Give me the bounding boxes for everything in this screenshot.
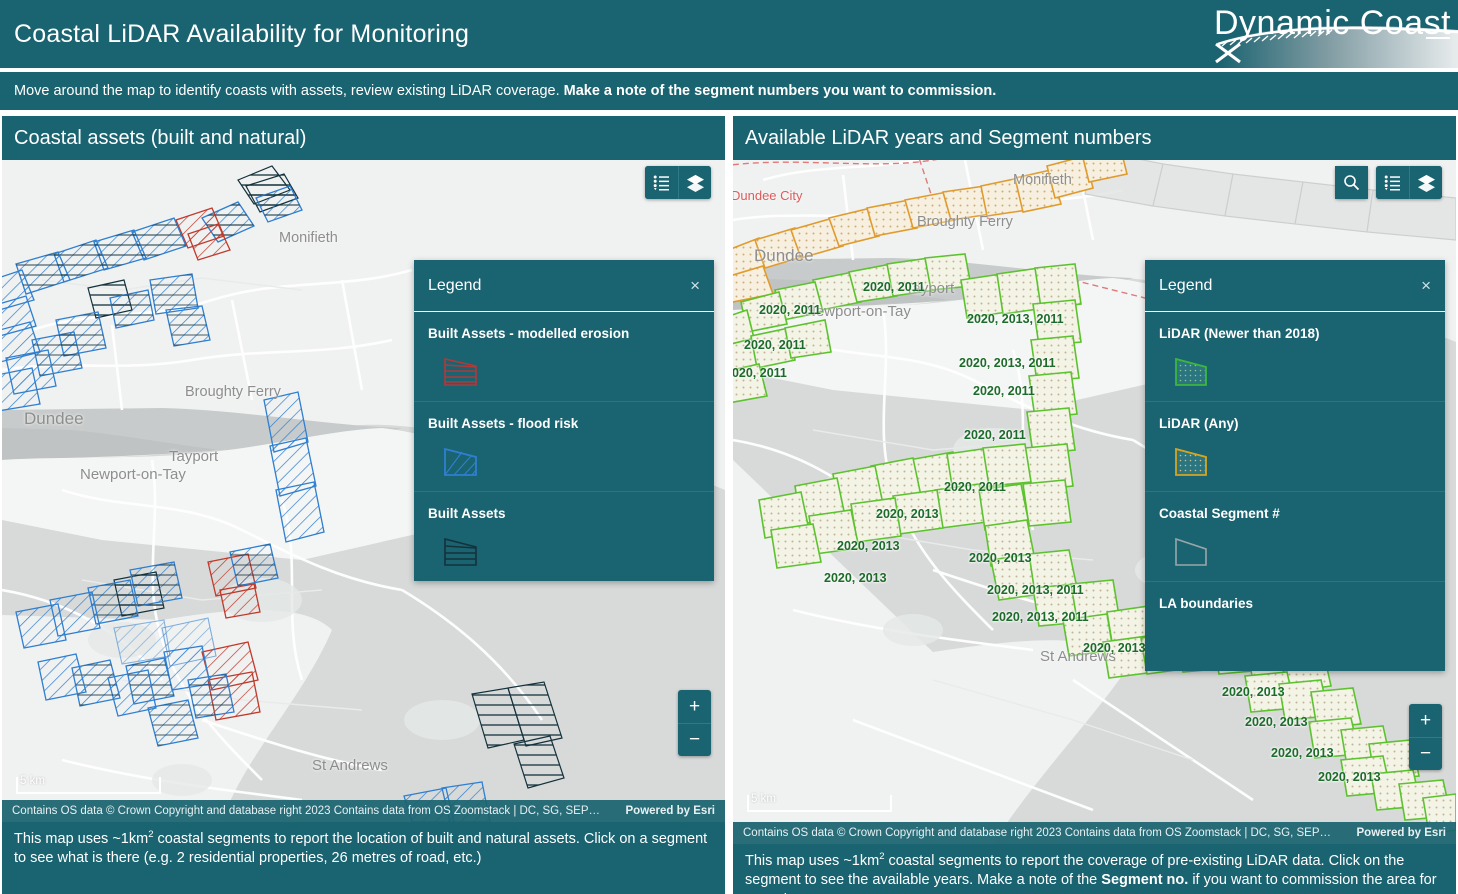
- panels-container: Coastal assets (built and natural) Monif…: [0, 114, 1458, 894]
- caption-part-1: This map uses ~1km: [14, 830, 149, 847]
- legend-item-built-assets-flood-risk: Built Assets - flood risk: [414, 402, 714, 492]
- right-map-widget-buttons: [1335, 166, 1442, 199]
- left-panel-caption: This map uses ~1km2 coastal segments to …: [2, 822, 725, 894]
- left-map-widget-buttons: [645, 166, 711, 199]
- scale-bar-label: 5 km: [20, 775, 45, 787]
- legend-swatch-lidar-any: [1173, 443, 1431, 481]
- legend-swatch-built-assets: [442, 533, 700, 571]
- left-map-panel: Coastal assets (built and natural) Monif…: [0, 114, 727, 894]
- zoom-in-button[interactable]: +: [1409, 704, 1442, 737]
- legend-item-label: LA boundaries: [1159, 596, 1254, 611]
- right-panel-caption: This map uses ~1km2 coastal segments to …: [733, 844, 1456, 894]
- app-header: Coastal LiDAR Availability for Monitorin…: [0, 0, 1458, 68]
- layers-button[interactable]: [1409, 166, 1442, 199]
- legend-item-label: Built Assets - flood risk: [428, 416, 579, 431]
- left-panel-title: Coastal assets (built and natural): [2, 116, 725, 160]
- close-icon[interactable]: ×: [1421, 277, 1431, 294]
- left-map-attribution: Contains OS data © Crown Copyright and d…: [2, 800, 725, 822]
- right-legend-header: Legend ×: [1145, 260, 1445, 312]
- zoom-out-button[interactable]: −: [1409, 737, 1442, 770]
- right-map-canvas[interactable]: Monifieth Broughty Ferry Dundee Dundee C…: [733, 160, 1456, 844]
- legend-item-label: Built Assets - modelled erosion: [428, 326, 630, 341]
- legend-title: Legend: [1159, 276, 1213, 294]
- legend-item-label: Built Assets: [428, 506, 506, 521]
- legend-swatch-lidar-new: [1173, 353, 1431, 391]
- legend-item-la-boundaries: LA boundaries: [1145, 582, 1445, 671]
- legend-swatch-flood-risk: [442, 443, 700, 481]
- legend-item-lidar-any: LiDAR (Any): [1145, 402, 1445, 492]
- left-scale-bar: 5 km: [16, 775, 161, 794]
- right-legend-panel: Legend × LiDAR (Newer than 2018) LiDAR (…: [1145, 260, 1445, 671]
- legend-button[interactable]: [1376, 166, 1409, 199]
- legend-item-lidar-newer-than-2018: LiDAR (Newer than 2018): [1145, 312, 1445, 402]
- powered-by-esri: Powered by Esri: [1356, 827, 1446, 839]
- legend-icon: [653, 175, 669, 191]
- left-map-button-group: [645, 166, 711, 199]
- layers-button[interactable]: [678, 166, 711, 199]
- svg-text:Dynamic Coast: Dynamic Coast: [1214, 4, 1451, 42]
- right-zoom-controls: + −: [1409, 704, 1442, 770]
- legend-swatch-erosion: [442, 353, 700, 391]
- scale-bar-label: 5 km: [751, 793, 776, 805]
- attribution-text: Contains OS data © Crown Copyright and d…: [12, 805, 601, 817]
- scale-bar-box: 5 km: [16, 775, 161, 794]
- left-legend-header: Legend ×: [414, 260, 714, 312]
- layers-icon: [1417, 174, 1435, 192]
- right-map-button-group: [1376, 166, 1442, 199]
- legend-item-label: LiDAR (Any): [1159, 416, 1239, 431]
- caption-bold-segment-no: Segment no.: [1101, 872, 1189, 889]
- page-title: Coastal LiDAR Availability for Monitorin…: [14, 19, 470, 48]
- instruction-text: Move around the map to identify coasts w…: [14, 83, 560, 99]
- legend-icon: [1384, 175, 1400, 191]
- legend-item-label: LiDAR (Newer than 2018): [1159, 326, 1320, 341]
- search-button-group: [1335, 166, 1368, 199]
- right-panel-title: Available LiDAR years and Segment number…: [733, 116, 1456, 160]
- dynamic-coast-logo: Dynamic Coast: [1158, 0, 1458, 68]
- legend-button[interactable]: [645, 166, 678, 199]
- close-icon[interactable]: ×: [690, 277, 700, 294]
- legend-swatch-la-boundaries: [1173, 623, 1431, 661]
- scale-bar-box: 5 km: [747, 793, 892, 812]
- right-map-panel: Available LiDAR years and Segment number…: [731, 114, 1458, 894]
- legend-item-label: Coastal Segment #: [1159, 506, 1280, 521]
- search-icon: [1344, 175, 1360, 191]
- instruction-bar: Move around the map to identify coasts w…: [0, 72, 1458, 110]
- legend-item-coastal-segment-number: Coastal Segment #: [1145, 492, 1445, 582]
- powered-by-esri: Powered by Esri: [625, 805, 715, 817]
- legend-title: Legend: [428, 276, 482, 294]
- attribution-text: Contains OS data © Crown Copyright and d…: [743, 827, 1332, 839]
- legend-item-built-assets-modelled-erosion: Built Assets - modelled erosion: [414, 312, 714, 402]
- search-button[interactable]: [1335, 166, 1368, 199]
- left-zoom-controls: + −: [678, 690, 711, 756]
- caption-part-1: This map uses ~1km: [745, 852, 880, 869]
- application-root: Coastal LiDAR Availability for Monitorin…: [0, 0, 1458, 894]
- legend-item-built-assets: Built Assets: [414, 492, 714, 581]
- left-legend-panel: Legend × Built Assets - modelled erosion: [414, 260, 714, 581]
- zoom-in-button[interactable]: +: [678, 690, 711, 723]
- zoom-out-button[interactable]: −: [678, 723, 711, 756]
- legend-swatch-coastal-segment: [1173, 533, 1431, 571]
- right-scale-bar: 5 km: [747, 793, 892, 812]
- layers-icon: [686, 174, 704, 192]
- instruction-bold-text: Make a note of the segment numbers you w…: [563, 83, 997, 99]
- left-map-canvas[interactable]: Monifieth Broughty Ferry Dundee Tayport …: [2, 160, 725, 822]
- right-map-attribution: Contains OS data © Crown Copyright and d…: [733, 822, 1456, 844]
